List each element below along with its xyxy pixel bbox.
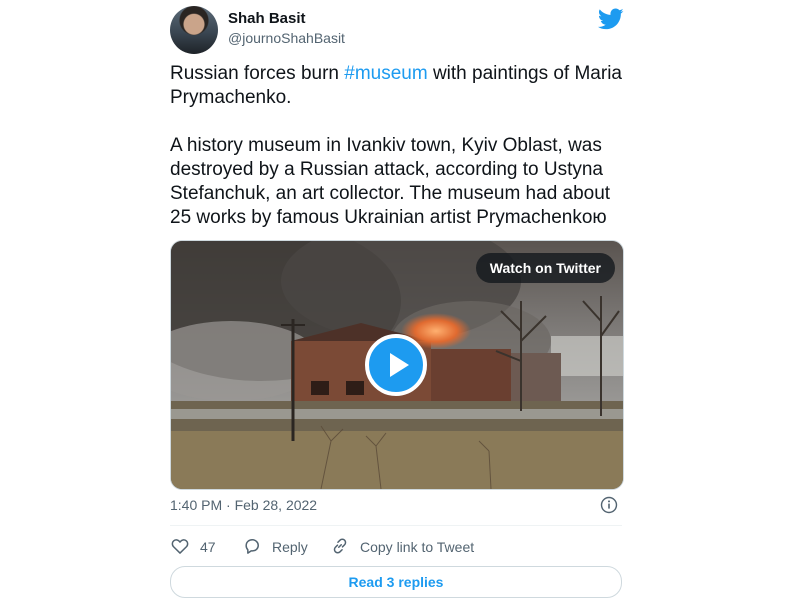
avatar[interactable] xyxy=(170,6,218,54)
like-count: 47 xyxy=(200,539,216,555)
watch-on-twitter-button[interactable]: Watch on Twitter xyxy=(475,253,615,283)
link-icon xyxy=(333,538,347,554)
tweet-text: Russian forces burn #museum with paintin… xyxy=(170,62,630,230)
heart-icon xyxy=(171,539,189,554)
twitter-bird-icon[interactable] xyxy=(598,6,624,32)
author-handle[interactable]: @journoShahBasit xyxy=(228,30,345,46)
divider xyxy=(170,525,622,526)
read-replies-button[interactable]: Read 3 replies xyxy=(170,566,622,598)
info-icon[interactable] xyxy=(600,496,618,514)
author-name[interactable]: Shah Basit xyxy=(228,10,306,27)
hashtag-link[interactable]: #museum xyxy=(344,63,427,84)
play-icon xyxy=(390,353,409,377)
like-button[interactable]: 47 xyxy=(170,536,230,556)
reply-icon xyxy=(245,539,259,554)
tweet-timestamp[interactable]: 1:40 PM · Feb 28, 2022 xyxy=(170,497,317,513)
copy-link-button[interactable]: Copy link to Tweet xyxy=(330,536,490,556)
tweet-text-part: Russian forces burn xyxy=(170,63,345,84)
tweet-embed: Shah Basit @journoShahBasit Russian forc… xyxy=(160,0,640,599)
reply-button[interactable]: Reply xyxy=(242,536,322,556)
reply-label: Reply xyxy=(272,539,308,555)
tweet-paragraph-2: A history museum in Ivankiv town, Kyiv O… xyxy=(170,135,611,228)
video-player[interactable]: Watch on Twitter xyxy=(170,240,624,490)
copy-link-label: Copy link to Tweet xyxy=(360,539,475,555)
tweet-paragraph-1: Russian forces burn #museum with paintin… xyxy=(170,62,630,110)
play-button[interactable] xyxy=(365,334,427,396)
